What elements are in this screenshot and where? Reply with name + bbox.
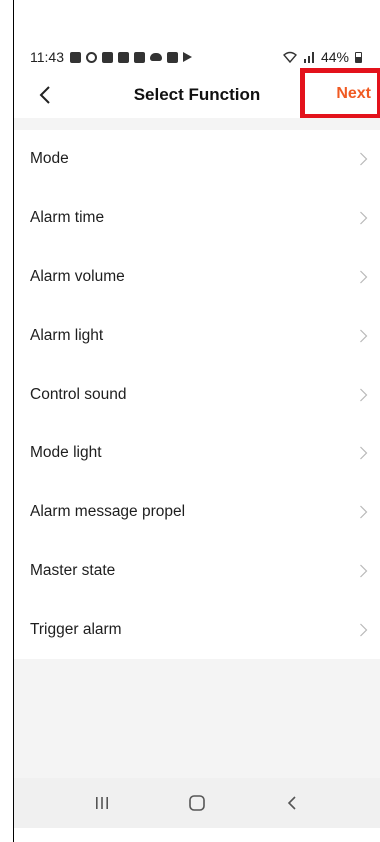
image-icon	[134, 51, 145, 63]
function-row[interactable]: Mode	[14, 130, 380, 189]
status-bar: 11:43 44%	[14, 44, 380, 70]
app-bar: Select Function Next	[14, 68, 380, 119]
chevron-right-icon	[359, 505, 368, 519]
status-right: 44%	[282, 49, 362, 65]
status-time: 11:43	[30, 49, 64, 65]
home-button[interactable]	[183, 789, 211, 817]
function-row[interactable]: Master state	[14, 542, 380, 601]
function-label: Alarm light	[30, 326, 104, 344]
wifi-icon	[282, 51, 297, 63]
function-row[interactable]: Trigger alarm	[14, 600, 380, 659]
cloud-icon	[150, 53, 162, 61]
youtube-icon	[167, 51, 178, 63]
chevron-right-icon	[359, 623, 368, 637]
function-label: Mode	[30, 150, 69, 168]
system-nav-bar	[14, 778, 380, 828]
function-label: Mode light	[30, 444, 102, 462]
function-label: Master state	[30, 561, 116, 579]
circle-app-icon	[86, 51, 97, 63]
notification-icons	[70, 51, 192, 63]
play-icon	[183, 52, 192, 62]
chevron-right-icon	[359, 329, 368, 343]
function-row[interactable]: Alarm light	[14, 306, 380, 365]
chevron-right-icon	[359, 446, 368, 460]
function-row[interactable]: Alarm time	[14, 189, 380, 248]
function-label: Trigger alarm	[30, 620, 122, 638]
bottom-edge	[14, 828, 380, 842]
function-label: Control sound	[30, 385, 127, 403]
battery-icon	[355, 51, 362, 63]
chevron-right-icon	[359, 564, 368, 578]
function-row[interactable]: Control sound	[14, 365, 380, 424]
function-row[interactable]: Mode light	[14, 424, 380, 483]
home-icon	[189, 795, 205, 811]
recent-apps-button[interactable]	[88, 789, 116, 817]
next-button[interactable]: Next	[300, 68, 380, 119]
battery-percent: 44%	[320, 49, 349, 65]
chevron-right-icon	[359, 388, 368, 402]
chevron-right-icon	[359, 270, 368, 284]
function-row[interactable]: Alarm message propel	[14, 483, 380, 542]
chevron-right-icon	[359, 211, 368, 225]
function-row[interactable]: Alarm volume	[14, 248, 380, 307]
function-list: Mode Alarm time Alarm volume Alarm light Con…	[14, 130, 380, 660]
signal-icon	[303, 52, 314, 63]
section-divider	[14, 118, 380, 130]
square-app-icon	[102, 51, 113, 63]
mail-icon	[118, 51, 129, 63]
function-label: Alarm volume	[30, 267, 125, 285]
phone-screen: 11:43 44% Select Function Next Mode Alar…	[0, 0, 380, 842]
chevron-right-icon	[359, 152, 368, 166]
recent-apps-icon	[95, 797, 108, 809]
function-label: Alarm message propel	[30, 503, 186, 521]
notification-app-icon	[70, 51, 81, 63]
function-label: Alarm time	[30, 209, 105, 227]
nav-back-button[interactable]	[278, 789, 306, 817]
back-icon	[288, 796, 296, 810]
empty-area	[14, 659, 380, 778]
